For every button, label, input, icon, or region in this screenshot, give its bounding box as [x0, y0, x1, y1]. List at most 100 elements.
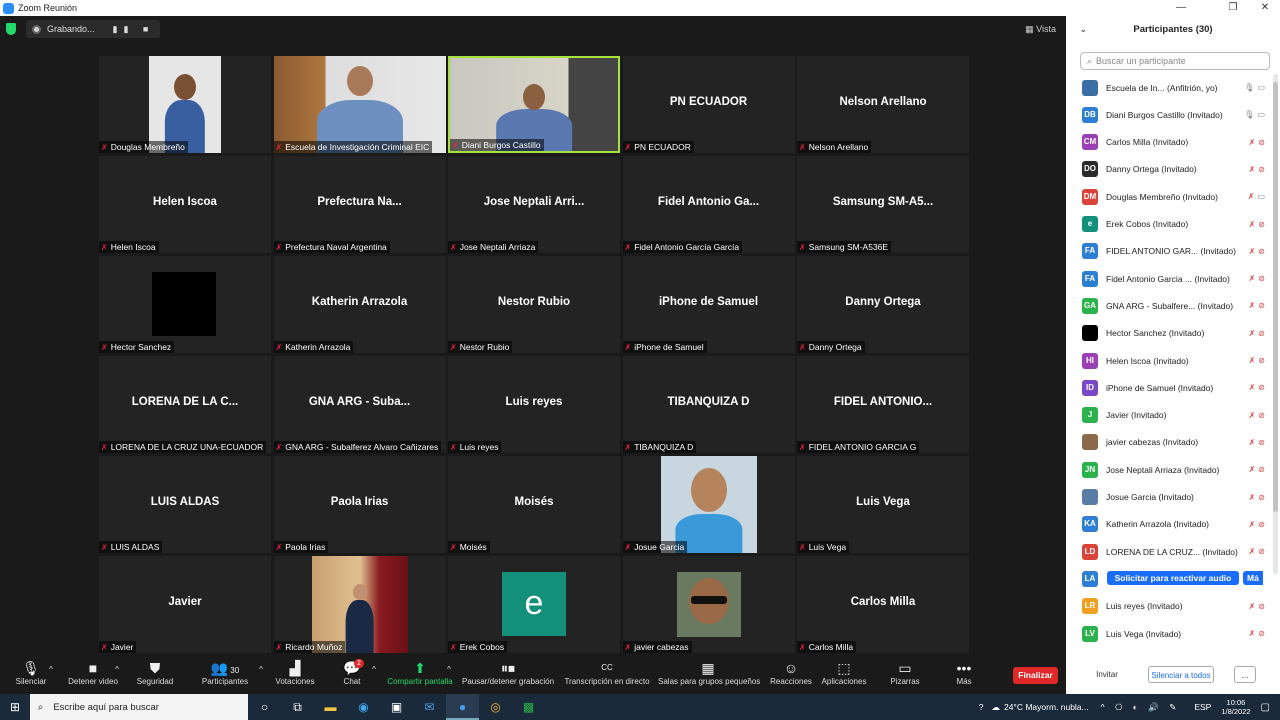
mic-camera-icons[interactable]: ✗⊘ [1238, 138, 1272, 147]
participant-row[interactable]: JN Jose Neptali Arriaza (Invitado) ✗⊘ [1066, 456, 1272, 483]
video-tile[interactable]: ✗ Josue Garcia [622, 456, 795, 553]
polls-button[interactable]: ▟ Votaciones [274, 659, 316, 686]
mic-camera-icons[interactable]: ✗⊘ [1238, 356, 1272, 365]
notifications-icon[interactable]: ▢ [1261, 702, 1270, 713]
participant-row[interactable]: LA Solicitar para reactivar audio Má [1066, 565, 1272, 592]
participant-row[interactable]: KA Katherin Arrazola (Invitado) ✗⊘ [1066, 511, 1272, 538]
audio-options-caret[interactable]: ^ [46, 665, 56, 674]
video-tile[interactable]: ✗ Diani Burgos Castillo [448, 56, 620, 153]
maximize-icon[interactable]: ❐ [1220, 0, 1246, 16]
help-icon[interactable]: ? [979, 702, 984, 712]
windows-start-icon[interactable]: ⊞ [0, 700, 30, 714]
video-tile[interactable]: ✗ Ricardo Muñoz [273, 556, 446, 653]
recording-controls[interactable]: ▮▮ ■ [113, 24, 155, 35]
video-tile[interactable]: Javier ✗ Javier [99, 556, 271, 653]
share-options-caret[interactable]: ^ [444, 665, 454, 674]
close-icon[interactable]: ✕ [1252, 0, 1278, 16]
taskbar-clock[interactable]: 10:06 1/8/2022 [1221, 698, 1250, 716]
video-tile[interactable]: Carlos Milla ✗ Carlos Milla [797, 556, 969, 653]
video-tile[interactable]: iPhone de Samuel ✗ iPhone de Samuel [622, 256, 795, 353]
mic-camera-icons[interactable]: ✗⊘ [1238, 411, 1272, 420]
store-icon[interactable]: ▣ [380, 694, 413, 720]
video-tile[interactable]: FIDEL ANTONIO... ✗ FIDEL ANTONIO GARCIA G [797, 356, 969, 453]
video-tile[interactable]: Samsung SM-A5... ✗ Samsung SM-A536E [797, 156, 969, 253]
more-button[interactable]: ••• Más [952, 659, 976, 686]
minimize-icon[interactable]: — [1168, 0, 1194, 16]
video-tile[interactable]: Moisés ✗ Moisés [448, 456, 620, 553]
taskbar-search-input[interactable]: ⌕ Escribe aquí para buscar [30, 694, 248, 720]
mic-camera-icons[interactable]: ✗⊘ [1238, 465, 1272, 474]
mic-camera-icons[interactable]: ✗⊘ [1238, 220, 1272, 229]
participants-button[interactable]: 👥 30 Participantes [201, 659, 249, 686]
mic-camera-icons[interactable]: ✗⊘ [1238, 329, 1272, 338]
mute-all-button[interactable]: Silenciar a todos [1148, 666, 1214, 683]
video-tile[interactable]: PN ECUADOR ✗ PN ECUADOR [622, 56, 795, 153]
participant-row[interactable]: J Javier (Invitado) ✗⊘ [1066, 402, 1272, 429]
file-explorer-icon[interactable]: ▬ [314, 694, 347, 720]
participant-row[interactable]: javier cabezas (Invitado) ✗⊘ [1066, 429, 1272, 456]
participant-row[interactable]: Josue Garcia (Invitado) ✗⊘ [1066, 484, 1272, 511]
video-tile[interactable]: Nestor Rubio ✗ Nestor Rubio [448, 256, 620, 353]
participant-row[interactable]: LD LORENA DE LA CRUZ... (Invitado) ✗⊘ [1066, 538, 1272, 565]
video-tile[interactable]: Helen Iscoa ✗ Helen Iscoa [99, 156, 271, 253]
participant-row[interactable]: HI Helen Iscoa (Invitado) ✗⊘ [1066, 347, 1272, 374]
video-tile[interactable]: LUIS ALDAS ✗ LUIS ALDAS [99, 456, 271, 553]
chat-button[interactable]: 💬 Chat 2 [340, 659, 364, 686]
participant-row[interactable]: DO Danny Ortega (Invitado) ✗⊘ [1066, 156, 1272, 183]
more-options-button[interactable]: Má [1243, 571, 1263, 586]
live-transcription-button[interactable]: CC Transcripción en directo [564, 659, 650, 686]
participant-row[interactable]: GA GNA ARG - Subalfere... (Invitado) ✗⊘ [1066, 292, 1272, 319]
video-tile[interactable]: LORENA DE LA C... ✗ LORENA DE LA CRUZ UNA-… [99, 356, 271, 453]
mail-icon[interactable]: ✉ [413, 694, 446, 720]
mic-camera-icons[interactable]: ✗⊘ [1238, 438, 1272, 447]
mic-camera-icons[interactable]: 🎙▭ [1238, 110, 1272, 119]
security-button[interactable]: ⛊ Seguridad [136, 659, 174, 686]
task-view-icon[interactable]: ⧉ [281, 694, 314, 720]
panel-scrollbar[interactable] [1273, 74, 1278, 574]
video-tile[interactable]: Danny Ortega ✗ Danny Ortega [797, 256, 969, 353]
participant-row[interactable]: e Erek Cobos (Invitado) ✗⊘ [1066, 211, 1272, 238]
participant-row[interactable]: DB Diani Burgos Castillo (Invitado) 🎙▭ [1066, 101, 1272, 128]
panel-more-button[interactable]: ... [1234, 666, 1256, 683]
encryption-shield-icon[interactable] [6, 23, 16, 35]
video-tile[interactable]: Prefectura Na... ✗ Prefectura Naval Argent… [273, 156, 446, 253]
mic-camera-icons[interactable]: 🎙▭ [1238, 83, 1272, 92]
mic-camera-icons[interactable]: ✗▭ [1238, 192, 1272, 201]
mute-button[interactable]: 🎙 Silenciar [14, 659, 48, 686]
mic-camera-icons[interactable]: ✗⊘ [1238, 165, 1272, 174]
video-tile[interactable]: ✗ Douglas Membreño [99, 56, 271, 153]
participant-row[interactable]: FA Fidel Antonio Garcia ... (Invitado) ✗⊘ [1066, 265, 1272, 292]
video-tile[interactable]: GNA ARG - Suba... ✗ GNA ARG - Subalferez A… [273, 356, 446, 453]
whiteboards-button[interactable]: ▭ Pizarras [888, 659, 922, 686]
mic-camera-icons[interactable]: ✗⊘ [1238, 547, 1272, 556]
participant-row[interactable]: ID iPhone de Samuel (Invitado) ✗⊘ [1066, 374, 1272, 401]
video-tile[interactable]: Fidel Antonio Ga... ✗ Fidel Antonio García… [622, 156, 795, 253]
chevron-down-icon[interactable]: ⌄ [1080, 16, 1087, 44]
video-tile[interactable]: ✗ Hector Sanchez [99, 256, 271, 353]
scrollbar-thumb[interactable] [1273, 82, 1278, 512]
participants-options-caret[interactable]: ^ [256, 665, 266, 674]
reactions-button[interactable]: ☺ Reacciones [770, 659, 812, 686]
mic-camera-icons[interactable]: ✗⊘ [1238, 274, 1272, 283]
video-tile[interactable]: TIBANQUIZA D ✗ TIBANQUIZA D [622, 356, 795, 453]
mic-camera-icons[interactable]: ✗⊘ [1238, 602, 1272, 611]
video-tile[interactable]: e ✗ Erek Cobos [448, 556, 620, 653]
video-tile[interactable]: Paola Irias ✗ Paola Irias [273, 456, 446, 553]
chrome-icon[interactable]: ◎ [479, 694, 512, 720]
participant-row[interactable]: CM Carlos Milla (Invitado) ✗⊘ [1066, 129, 1272, 156]
video-tile[interactable]: Luis reyes ✗ Luis reyes [448, 356, 620, 453]
cortana-icon[interactable]: ○ [248, 694, 281, 720]
tray-icons[interactable]: ^ ⎔ ◐ 🔊 ✎ [1101, 702, 1181, 713]
mic-camera-icons[interactable]: ✗⊘ [1238, 301, 1272, 310]
end-meeting-button[interactable]: Finalizar [1013, 667, 1058, 684]
participant-row[interactable]: DM Douglas Membreño (Invitado) ✗▭ [1066, 183, 1272, 210]
participant-row[interactable]: LV Luis Vega (Invitado) ✗⊘ [1066, 620, 1272, 647]
mic-camera-icons[interactable]: ✗⊘ [1238, 383, 1272, 392]
video-tile[interactable]: Jose Neptali Arri... ✗ Jose Neptali Arriaz… [448, 156, 620, 253]
excel-icon[interactable]: ▩ [512, 694, 545, 720]
mic-camera-icons[interactable]: ✗⊘ [1238, 493, 1272, 502]
invite-button[interactable]: Invitar [1090, 666, 1124, 683]
video-options-caret[interactable]: ^ [112, 665, 122, 674]
video-tile[interactable]: ✗ Escuela de Investigación Criminal EIC [273, 56, 446, 153]
language-indicator[interactable]: ESP [1194, 702, 1211, 712]
